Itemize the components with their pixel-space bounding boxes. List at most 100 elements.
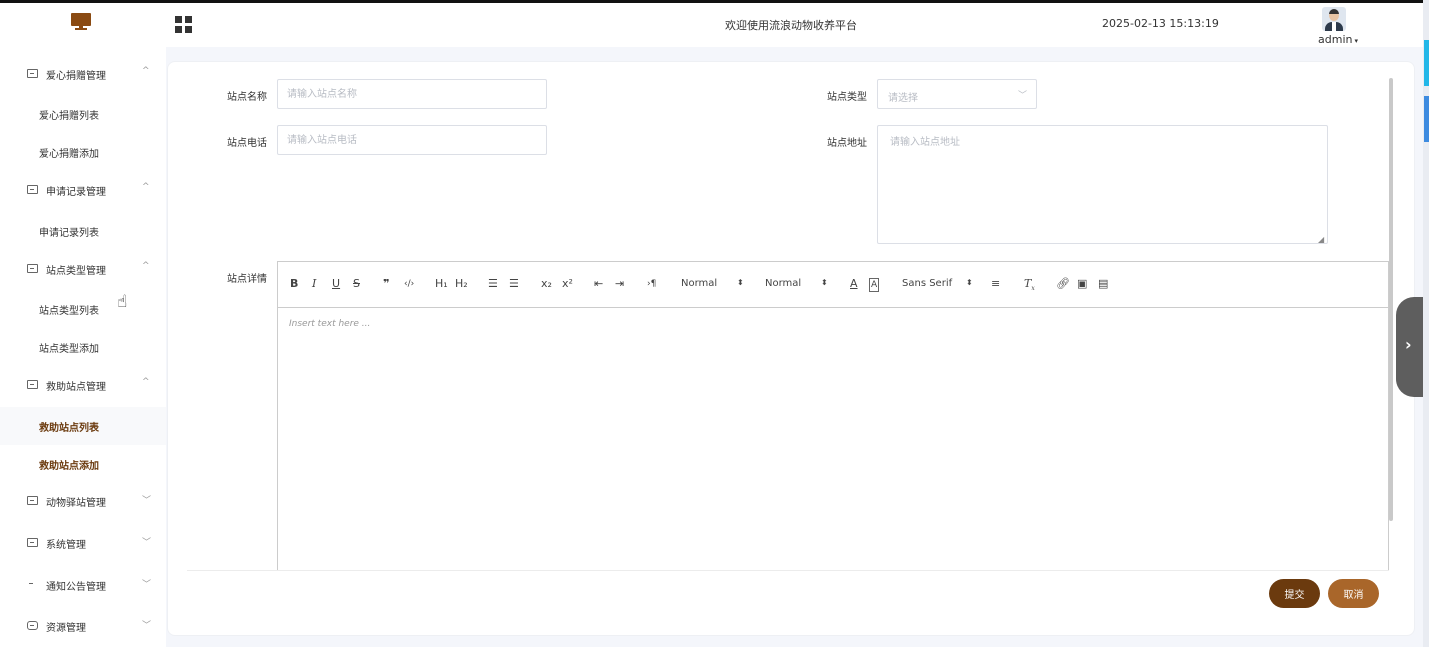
- outdent-icon[interactable]: ⇤: [594, 278, 603, 290]
- code-block-icon[interactable]: ‹/›: [404, 278, 414, 290]
- ordered-list-icon[interactable]: ☰: [488, 278, 498, 290]
- font-size-value: Normal: [681, 278, 718, 289]
- background-color-icon[interactable]: A: [869, 278, 880, 292]
- station-type-label: 站点类型: [827, 92, 867, 103]
- sidebar-item-station-type-list[interactable]: 站点类型列表: [0, 290, 166, 328]
- chevron-right-icon: ›: [1405, 335, 1412, 354]
- chevron-up-icon: ^: [142, 66, 150, 76]
- bold-icon[interactable]: B: [290, 278, 298, 290]
- page-title: 欢迎使用流浪动物收养平台: [725, 19, 857, 32]
- sidebar-item-label: 站点类型列表: [39, 306, 99, 317]
- subscript-icon[interactable]: x₂: [541, 278, 552, 290]
- header-1-icon[interactable]: H₁: [435, 278, 448, 290]
- sidebar-group-label: 动物驿站管理: [46, 498, 106, 509]
- sidebar-item-rescue-station-add[interactable]: 救助站点添加: [0, 445, 166, 483]
- chevron-up-icon: ^: [142, 261, 150, 271]
- divider: [187, 570, 1389, 571]
- monitor-logo-icon: [71, 13, 91, 30]
- sidebar-group-rescue-station[interactable]: 救助站点管理 ^: [0, 367, 166, 403]
- sidebar-group-system[interactable]: 系统管理 ﹀: [0, 525, 166, 561]
- select-caret-icon: ⬍: [821, 278, 828, 287]
- underline-icon[interactable]: U: [332, 278, 340, 290]
- chevron-up-icon: ^: [142, 182, 150, 192]
- link-icon[interactable]: 🔗︎: [1056, 278, 1070, 290]
- sidebar-group-animal-post[interactable]: 动物驿站管理 ﹀: [0, 483, 166, 519]
- menu-card-icon: [27, 380, 38, 389]
- sidebar-group-donation[interactable]: 爱心捐赠管理 ^: [0, 56, 166, 92]
- editor-toolbar: B I U S ❞ ‹/› H₁ H₂ ☰ ☰ x₂ x² ⇤ ⇥ ›¶ Nor…: [278, 262, 1388, 308]
- header-2-icon[interactable]: H₂: [455, 278, 468, 290]
- cancel-button[interactable]: 取消: [1328, 579, 1379, 608]
- station-phone-label: 站点电话: [227, 138, 267, 149]
- station-phone-input[interactable]: [277, 125, 547, 155]
- select-caret-icon: ⬍: [966, 278, 973, 287]
- sidebar-group-station-type[interactable]: 站点类型管理 ^: [0, 251, 166, 287]
- resize-grip-icon[interactable]: ◢: [1318, 235, 1324, 244]
- chevron-down-icon: ﹀: [1018, 91, 1028, 101]
- top-bar: 欢迎使用流浪动物收养平台 2025-02-13 15:13:19 admin ▾: [0, 0, 1423, 47]
- sidebar-group-label: 救助站点管理: [46, 382, 106, 393]
- resource-icon: [27, 621, 38, 630]
- sidebar-group-notice[interactable]: 通知公告管理 ﹀: [0, 567, 166, 603]
- sidebar-item-label: 救助站点列表: [39, 423, 99, 434]
- align-icon[interactable]: ≡: [991, 278, 1000, 290]
- chevron-down-icon: ﹀: [142, 496, 152, 506]
- user-name-label: admin: [1318, 33, 1353, 46]
- menu-grid-icon[interactable]: [175, 16, 192, 33]
- station-detail-label: 站点详情: [227, 274, 267, 285]
- text-color-icon[interactable]: A: [850, 278, 858, 290]
- sidebar-item-application-list[interactable]: 申请记录列表: [0, 212, 166, 250]
- station-name-input[interactable]: [277, 79, 547, 109]
- sparkle-icon: [27, 580, 38, 589]
- station-address-textarea[interactable]: [877, 125, 1328, 244]
- sidebar-group-label: 通知公告管理: [46, 582, 106, 593]
- submit-button[interactable]: 提交: [1269, 579, 1320, 608]
- sidebar-group-label: 爱心捐赠管理: [46, 71, 106, 82]
- sidebar-item-donation-add[interactable]: 爱心捐赠添加: [0, 133, 166, 171]
- sidebar-item-station-type-add[interactable]: 站点类型添加: [0, 328, 166, 366]
- menu-card-icon: [27, 69, 38, 78]
- sidebar-item-label: 爱心捐赠添加: [39, 149, 99, 160]
- chevron-down-icon: ▾: [1354, 37, 1358, 45]
- editor-placeholder[interactable]: Insert text here ...: [289, 319, 370, 329]
- sidebar-item-label: 申请记录列表: [39, 228, 99, 239]
- clear-format-icon[interactable]: Tx: [1024, 277, 1035, 295]
- sidebar-group-label: 资源管理: [46, 623, 86, 634]
- blockquote-icon[interactable]: ❞: [383, 278, 389, 290]
- folder-icon: [27, 538, 38, 547]
- font-family-select[interactable]: Sans Serif ⬍: [902, 278, 973, 289]
- datetime-display: 2025-02-13 15:13:19: [1102, 17, 1219, 30]
- font-size-select[interactable]: Normal ⬍: [681, 278, 744, 289]
- chevron-down-icon: ﹀: [142, 538, 152, 548]
- user-avatar[interactable]: [1322, 7, 1346, 31]
- font-family-value: Sans Serif: [902, 278, 953, 289]
- station-type-select[interactable]: 请选择 ﹀: [877, 79, 1037, 109]
- menu-card-icon: [27, 496, 38, 505]
- video-icon[interactable]: ▤: [1098, 278, 1108, 290]
- side-panel-toggle[interactable]: ›: [1396, 297, 1423, 397]
- user-menu[interactable]: admin ▾: [1318, 33, 1358, 46]
- sidebar-group-label: 站点类型管理: [46, 266, 106, 277]
- italic-icon[interactable]: I: [312, 278, 316, 290]
- sidebar-item-donation-list[interactable]: 爱心捐赠列表: [0, 95, 166, 133]
- sidebar-group-resource[interactable]: 资源管理 ﹀: [0, 608, 166, 644]
- bullet-list-icon[interactable]: ☰: [509, 278, 519, 290]
- superscript-icon[interactable]: x²: [562, 278, 573, 290]
- sidebar-group-label: 申请记录管理: [46, 187, 106, 198]
- station-type-placeholder: 请选择: [888, 93, 918, 104]
- strikethrough-icon[interactable]: S: [353, 278, 360, 290]
- scrollbar[interactable]: [1389, 78, 1393, 521]
- rich-text-editor: B I U S ❞ ‹/› H₁ H₂ ☰ ☰ x₂ x² ⇤ ⇥ ›¶ Nor…: [277, 261, 1389, 571]
- menu-card-icon: [27, 185, 38, 194]
- menu-card-icon: [27, 264, 38, 273]
- sidebar-item-rescue-station-list[interactable]: 救助站点列表: [0, 407, 166, 445]
- sidebar-group-application[interactable]: 申请记录管理 ^: [0, 172, 166, 208]
- indent-icon[interactable]: ⇥: [615, 278, 624, 290]
- chevron-down-icon: ﹀: [142, 580, 152, 590]
- sidebar-group-label: 系统管理: [46, 540, 86, 551]
- header-select[interactable]: Normal ⬍: [765, 278, 828, 289]
- image-icon[interactable]: ▣: [1077, 278, 1087, 290]
- station-name-label: 站点名称: [227, 92, 267, 103]
- hand-pointer-icon: ☝: [117, 292, 128, 312]
- text-direction-icon[interactable]: ›¶: [647, 278, 656, 290]
